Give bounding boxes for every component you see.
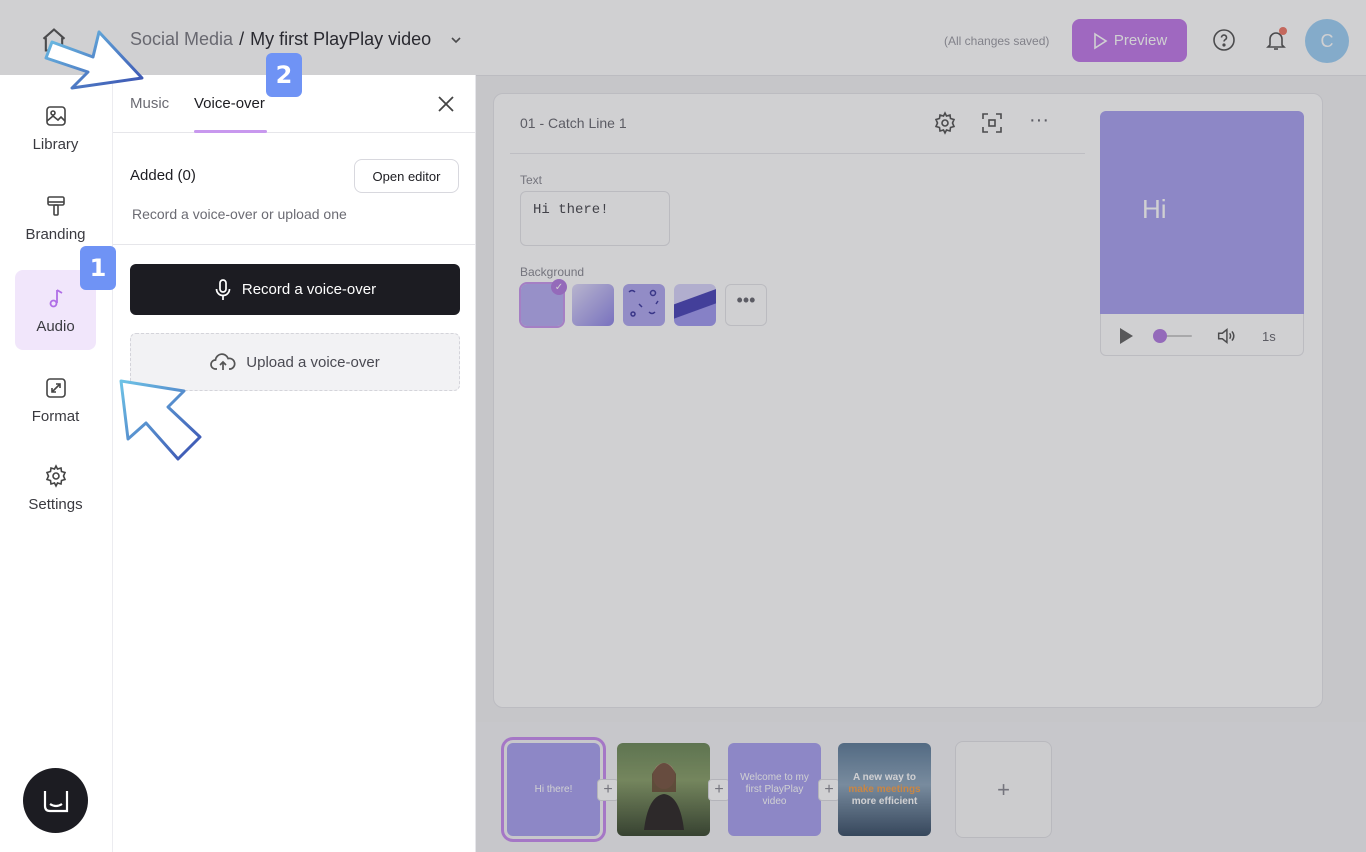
divider	[510, 153, 1085, 154]
sidebar-item-label: Format	[31, 407, 80, 425]
resize-icon	[45, 377, 66, 398]
timeline-scene-3[interactable]: Welcome to my first PlayPlay video	[728, 743, 821, 836]
save-status: (All changes saved)	[944, 34, 1050, 48]
scene-thumb-text: Welcome to my first PlayPlay video	[740, 771, 809, 807]
top-bar: Social Media / My first PlayPlay video (…	[0, 0, 1366, 76]
gear-icon[interactable]	[933, 111, 957, 135]
step-badge-2: 2	[266, 53, 302, 97]
breadcrumb[interactable]: Social Media / My first PlayPlay video	[130, 29, 463, 50]
timeline-scene-2[interactable]	[617, 743, 710, 836]
background-swatch-waves[interactable]	[674, 284, 716, 326]
preview-text: Hi	[1142, 194, 1167, 224]
help-icon[interactable]	[1212, 28, 1236, 52]
more-options-icon[interactable]: ···	[1026, 110, 1052, 135]
record-label: Record a voice-over	[241, 281, 377, 298]
gear-icon	[45, 463, 66, 488]
check-icon: ✓	[551, 279, 567, 295]
annotation-arrow-icon	[44, 30, 144, 90]
scene-thumb-text: Hi there!	[534, 783, 573, 795]
upload-label: Upload a voice-over	[246, 353, 380, 371]
preview-button[interactable]: Preview	[1072, 19, 1187, 62]
sidebar-item-label: Library	[32, 135, 79, 153]
cloud-upload-icon	[210, 353, 236, 370]
volume-icon[interactable]	[1215, 325, 1237, 347]
scan-icon[interactable]	[980, 111, 1004, 135]
background-swatch-pattern[interactable]	[623, 284, 665, 326]
sidebar-item-label: Branding	[25, 225, 86, 243]
sidebar-item-label: Settings	[28, 495, 83, 513]
record-voice-over-button[interactable]: Record a voice-over	[130, 264, 460, 315]
paint-roller-icon	[46, 195, 65, 216]
more-backgrounds-button[interactable]: •••	[725, 284, 767, 326]
voice-over-hint: Record a voice-over or upload one	[132, 206, 347, 222]
video-title[interactable]: My first PlayPlay video	[250, 29, 431, 50]
chevron-down-icon[interactable]	[449, 33, 463, 47]
notification-dot	[1279, 27, 1287, 35]
scene-thumb-text: A new way to make meetings more efficien…	[848, 771, 921, 807]
insert-scene-button[interactable]: +	[597, 779, 619, 801]
sidebar-item-label: Audio	[36, 317, 75, 335]
insert-scene-button[interactable]: +	[708, 779, 730, 801]
play-icon[interactable]	[1118, 327, 1134, 345]
scene-title: 01 - Catch Line 1	[520, 115, 627, 131]
timeline-scene-1[interactable]: Hi there!	[501, 737, 606, 842]
sidebar-item-format[interactable]: Format	[15, 360, 96, 440]
tab-voice-over[interactable]: Voice-over	[194, 95, 265, 112]
scene-text-input[interactable]: Hi there!	[520, 191, 670, 246]
image-icon	[45, 105, 66, 126]
microphone-icon	[215, 278, 231, 300]
support-chat-button[interactable]	[23, 768, 88, 833]
playback-scrubber[interactable]	[1152, 328, 1192, 344]
annotation-arrow-icon	[119, 379, 202, 461]
avatar[interactable]: C	[1305, 19, 1349, 63]
close-icon[interactable]	[435, 93, 457, 115]
play-icon	[1094, 32, 1108, 49]
audio-panel: Music Voice-over Added (0) Open editor R…	[113, 75, 476, 852]
breadcrumb-separator: /	[239, 29, 245, 49]
divider	[113, 244, 476, 245]
duration-label: 1s	[1262, 329, 1276, 344]
step-badge-1: 1	[80, 246, 116, 290]
background-swatch-gradient[interactable]	[572, 284, 614, 326]
timeline-scene-4[interactable]: A new way to make meetings more efficien…	[838, 743, 931, 836]
chat-icon	[43, 790, 68, 812]
open-editor-button[interactable]: Open editor	[354, 159, 459, 193]
left-sidebar: Library Branding Audio Format Settings	[0, 75, 113, 852]
added-count: Added (0)	[130, 167, 196, 184]
active-tab-indicator	[194, 130, 267, 133]
add-scene-button[interactable]: +	[955, 741, 1052, 838]
music-note-icon	[49, 288, 62, 307]
sidebar-item-settings[interactable]: Settings	[15, 448, 96, 528]
text-field-label: Text	[520, 173, 543, 187]
background-label: Background	[520, 265, 585, 279]
preview-label: Preview	[1113, 32, 1168, 49]
video-preview	[1100, 111, 1304, 314]
insert-scene-button[interactable]: +	[818, 779, 840, 801]
